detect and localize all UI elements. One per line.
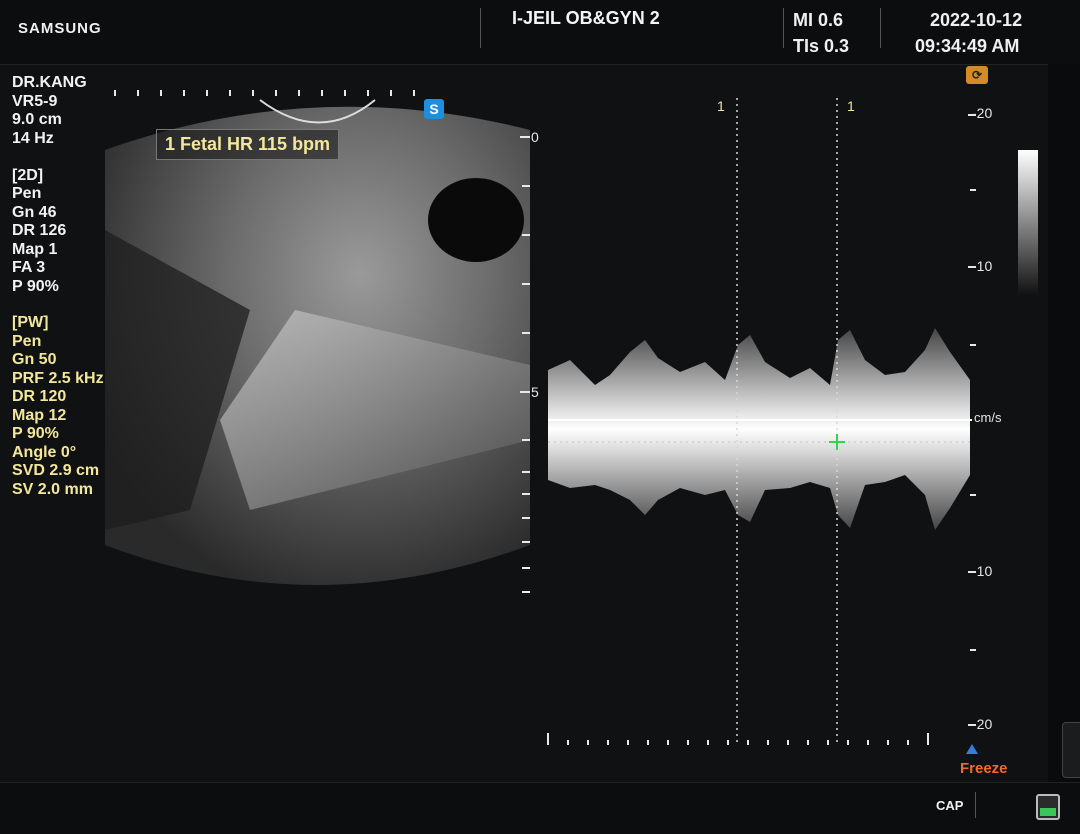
exam-time: 09:34:49 AM (915, 36, 1020, 56)
cursor-label-2: 1 (847, 98, 855, 114)
params-pw-item: PRF 2.5 kHz (12, 369, 104, 387)
mechanical-index: MI 0.6 (793, 10, 844, 30)
params-pw-item: SV 2.0 mm (12, 480, 93, 498)
side-panel-button[interactable] (1062, 722, 1080, 778)
velocity-label-top-20: -20 (972, 105, 993, 121)
params-pw-item: [PW] (12, 314, 49, 331)
params-2d-item: 14 Hz (12, 129, 54, 147)
top-ruler (114, 90, 415, 96)
velocity-label-top-10: -10 (972, 258, 993, 274)
header-divider (880, 8, 881, 48)
spectral-trace (548, 328, 970, 530)
thermal-index: TIs 0.3 (793, 36, 850, 56)
params-pw-item: Map 12 (12, 406, 67, 424)
hospital-name: I-JEIL OB&GYN 2 (512, 8, 660, 28)
params-pw-item: DR 120 (12, 388, 67, 405)
grayscale-bar (1018, 150, 1038, 295)
right-side-panel (1048, 64, 1080, 782)
params-pw-item: P 90% (12, 425, 59, 442)
bottom-status-bar (0, 782, 1080, 834)
params-pw-item: Gn 50 (12, 351, 57, 368)
doppler-spectrum (547, 98, 976, 745)
params-2d-item: DR.KANG (12, 74, 87, 91)
bmode-image (105, 90, 530, 593)
bottom-divider (975, 792, 976, 818)
exam-date: 2022-10-12 (930, 10, 1023, 30)
params-2d-item: [2D] (12, 166, 44, 184)
time-ruler (547, 733, 929, 745)
fetal-hr-measurement: 1 Fetal HR 115 bpm (156, 129, 340, 160)
params-pw-item: SVD 2.9 cm (12, 462, 100, 479)
params-pw-item: Pen (12, 332, 42, 350)
params-2d-list: DR.KANG VR5-9 9.0 cm 14 Hz [2D] Pen Gn 46 DR 12… (12, 74, 87, 296)
cursor-label-1: 1 (717, 98, 725, 114)
camera-icon[interactable]: ⟳ (966, 66, 988, 84)
storage-icon[interactable] (1036, 794, 1060, 820)
depth-label-5: 5 (531, 384, 539, 400)
cap-button[interactable]: CAP (936, 798, 963, 813)
params-2d-item: Map 1 (12, 240, 58, 258)
header-divider (480, 8, 481, 48)
gestational-sac (428, 178, 524, 262)
brand-logo: SAMSUNG (18, 20, 102, 37)
velocity-unit: cm/s (974, 410, 1002, 425)
s-marker-icon: S (424, 99, 444, 119)
params-2d-item: Pen (12, 185, 42, 202)
params-2d-item: 9.0 cm (12, 111, 62, 128)
freeze-status[interactable]: Freeze (960, 760, 1008, 777)
velocity-label-bottom-20: -20 (972, 716, 993, 732)
params-2d-item: Gn 46 (12, 203, 57, 221)
depth-label-0: 0 (531, 129, 539, 145)
header-divider (783, 8, 784, 48)
params-2d-item: FA 3 (12, 259, 46, 276)
params-pw-item: Angle 0° (12, 443, 77, 461)
params-2d-item: VR5-9 (12, 92, 58, 110)
params-2d-item (12, 148, 87, 167)
params-pw-list: [PW] Pen Gn 50 PRF 2.5 kHz DR 120 Map 12 P 90%… (12, 314, 104, 499)
params-2d-item: P 90% (12, 277, 59, 295)
velocity-label-bottom-10: -10 (972, 563, 993, 579)
params-2d-item: DR 126 (12, 222, 67, 239)
freeze-indicator-icon (966, 744, 978, 754)
